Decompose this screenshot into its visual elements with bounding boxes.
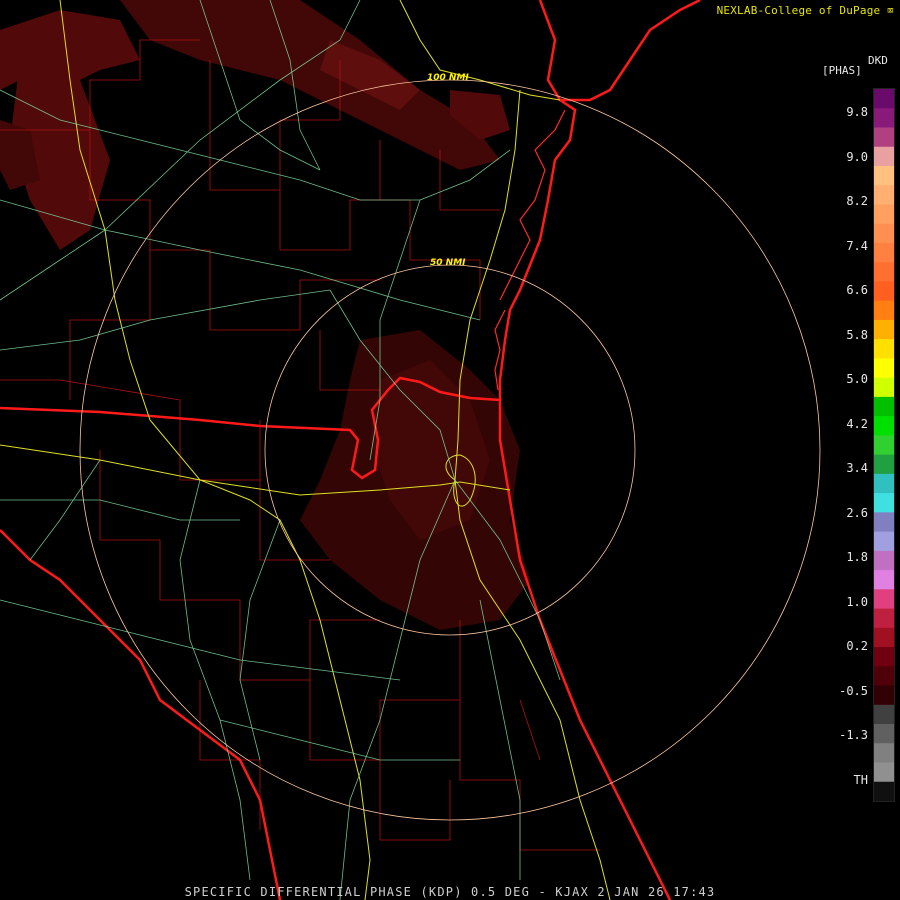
legend-label: 9.8 <box>846 105 868 119</box>
legend-swatch <box>874 319 894 340</box>
credit-logo-icon: ⌧ <box>887 4 894 17</box>
legend-swatch <box>874 531 894 552</box>
legend-swatch <box>874 358 894 379</box>
legend-label: 0.2 <box>846 639 868 653</box>
legend-swatch <box>874 127 894 148</box>
legend-swatch <box>874 493 894 513</box>
legend-swatch <box>874 647 894 667</box>
legend-swatch <box>874 627 894 648</box>
inner-ring-label: 50 NMI <box>430 258 466 268</box>
legend-swatch <box>874 396 894 417</box>
legend-swatch <box>874 570 894 590</box>
legend-swatch <box>874 685 894 706</box>
credit-text: NEXLAB-College of DuPage <box>716 4 881 17</box>
credit-label: NEXLAB-College of DuPage ⌧ <box>717 4 894 17</box>
legend-label: 9.0 <box>846 149 868 164</box>
legend-swatch <box>874 281 894 302</box>
legend-title: DKD <box>868 54 888 67</box>
legend-swatch <box>874 223 894 244</box>
legend-unit: [PHAS] <box>822 64 862 77</box>
legend-swatch <box>874 589 894 610</box>
legend-swatch <box>874 608 894 629</box>
legend-label: 3.4 <box>846 461 868 475</box>
legend-swatch <box>874 416 894 436</box>
legend-swatch <box>874 146 894 167</box>
legend-swatch <box>874 666 894 687</box>
legend-swatch <box>874 704 894 725</box>
legend-label: 1.0 <box>846 594 868 609</box>
legend-swatch <box>874 262 894 282</box>
legend-label: 4.2 <box>846 416 868 431</box>
legend-label: 7.4 <box>846 238 868 253</box>
legend-label: 8.2 <box>846 194 868 208</box>
legend-swatch <box>874 512 894 533</box>
legend-label: -0.5 <box>839 683 868 698</box>
outer-ring-label: 100 NMI <box>427 73 469 83</box>
legend-swatch <box>874 108 894 128</box>
color-legend <box>873 88 895 802</box>
legend-swatch <box>874 300 894 321</box>
legend-swatch <box>874 165 894 186</box>
legend-swatch <box>874 743 894 764</box>
legend-swatch <box>874 204 894 225</box>
legend-swatch <box>874 781 894 801</box>
radar-map[interactable] <box>0 0 900 900</box>
legend-label: 5.8 <box>846 327 868 342</box>
legend-label: 1.8 <box>846 550 868 564</box>
legend-swatch <box>874 724 894 744</box>
legend-swatch <box>874 377 894 398</box>
legend-label: -1.3 <box>839 728 868 742</box>
legend-swatch <box>874 550 894 571</box>
legend-label: 2.6 <box>846 505 868 520</box>
legend-swatch <box>874 242 894 263</box>
legend-swatch <box>874 454 894 475</box>
legend-label: TH <box>853 772 868 787</box>
legend-swatch <box>874 89 894 109</box>
legend-swatch <box>874 435 894 456</box>
legend-swatch <box>874 473 894 494</box>
legend-label: 6.6 <box>846 283 868 297</box>
legend-swatch <box>874 339 894 359</box>
legend-label: 5.0 <box>846 372 868 386</box>
legend-swatch <box>874 185 894 205</box>
legend-swatch <box>874 762 894 783</box>
product-footer: SPECIFIC DIFFERENTIAL PHASE (KDP) 0.5 DE… <box>184 885 716 899</box>
